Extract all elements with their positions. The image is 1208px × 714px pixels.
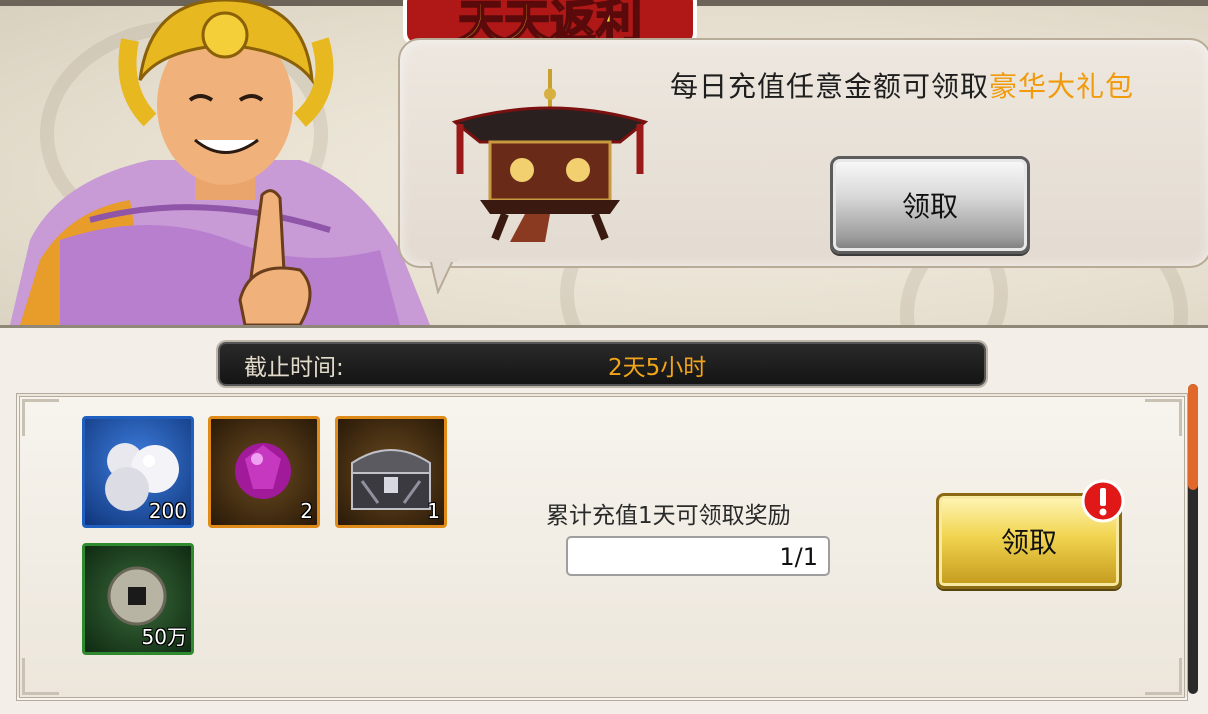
speech-bubble-tail xyxy=(428,258,458,294)
claim-daily-button[interactable]: 领取 xyxy=(830,156,1030,254)
reward-item-pearl[interactable]: 200 xyxy=(82,416,194,528)
item-count: 200 xyxy=(148,499,187,523)
bubble-highlight: 豪华大礼包 xyxy=(989,70,1135,103)
corner-ornament xyxy=(22,399,59,436)
deadline-value: 2天5小时 xyxy=(608,355,707,381)
corner-ornament xyxy=(1145,658,1182,695)
deadline-label: 截止时间: xyxy=(244,355,344,381)
merchant-character xyxy=(10,0,430,325)
item-count: 2 xyxy=(300,499,313,523)
corner-ornament xyxy=(1145,399,1182,436)
bubble-message-text: 每日充值任意金额可领取 xyxy=(670,70,990,103)
scrollbar-thumb[interactable] xyxy=(1188,384,1198,490)
corner-ornament xyxy=(22,658,59,695)
item-count: 1 xyxy=(427,499,440,523)
alert-badge-icon xyxy=(1081,479,1125,523)
gift-pavilion-icon xyxy=(451,69,649,242)
reward-item-chest[interactable]: 1 xyxy=(335,416,447,528)
bubble-message: 每日充值任意金额可领取豪华大礼包 xyxy=(670,70,1180,103)
item-count: 50万 xyxy=(141,625,187,649)
reward-condition: 累计充值1天可领取奖励 xyxy=(546,503,791,529)
progress-field: 1/1 xyxy=(566,536,830,576)
reward-item-gem[interactable]: 2 xyxy=(208,416,320,528)
reward-item-coin[interactable]: 50万 xyxy=(82,543,194,655)
